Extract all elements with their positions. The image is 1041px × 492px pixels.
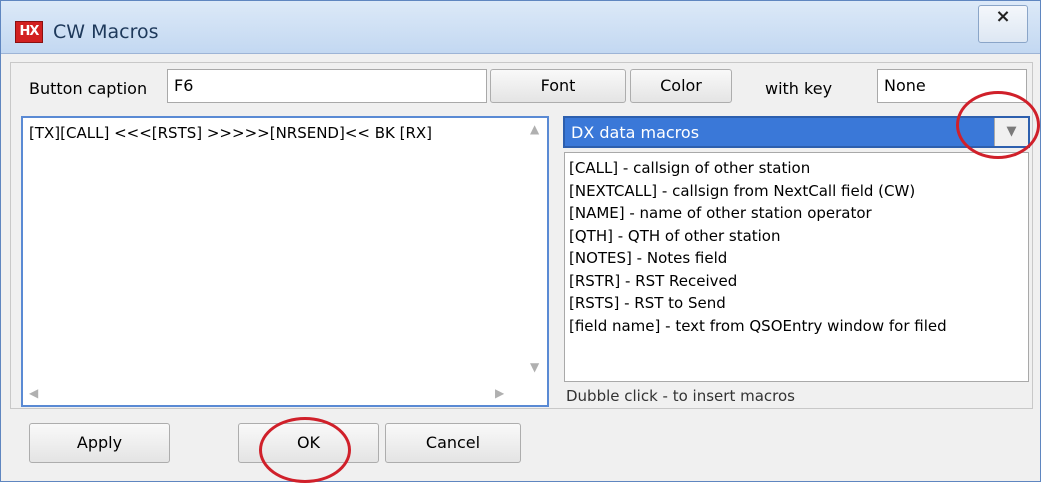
macro-text: [TX][CALL] <<<[RSTS] >>>>>[NRSEND]<< BK … [29, 124, 433, 142]
font-button[interactable]: Font [490, 69, 626, 103]
macro-list-item[interactable]: [NEXTCALL] - callsign from NextCall fiel… [569, 180, 1028, 203]
title-bar: HX CW Macros × [1, 1, 1040, 54]
close-button[interactable]: × [978, 5, 1028, 43]
macro-category-value: DX data macros [571, 123, 700, 142]
editor-vertical-scrollbar[interactable]: ▲ ▼ [527, 120, 545, 385]
macro-list-item[interactable]: [NOTES] - Notes field [569, 247, 1028, 270]
cw-macros-window: HX CW Macros × Button caption F6 Font Co… [0, 0, 1041, 482]
scroll-down-icon[interactable]: ▼ [530, 360, 539, 374]
app-icon: HX [15, 21, 43, 43]
insert-hint: Dubble click - to insert macros [566, 387, 795, 405]
scroll-up-icon[interactable]: ▲ [530, 122, 539, 136]
macro-list-item[interactable]: [RSTS] - RST to Send [569, 292, 1028, 315]
cancel-button[interactable]: Cancel [385, 423, 521, 463]
button-caption-input[interactable]: F6 [167, 69, 487, 103]
macro-text-editor[interactable]: [TX][CALL] <<<[RSTS] >>>>>[NRSEND]<< BK … [21, 116, 549, 407]
macro-list-item[interactable]: [RSTR] - RST Received [569, 270, 1028, 293]
macro-list-item[interactable]: [field name] - text from QSOEntry window… [569, 315, 1028, 338]
with-key-label: with key [765, 79, 833, 98]
macro-list-item[interactable]: [CALL] - callsign of other station [569, 157, 1028, 180]
highlight-ring-dropdown [956, 91, 1040, 159]
button-caption-label: Button caption [29, 79, 148, 98]
apply-button[interactable]: Apply [29, 423, 170, 463]
highlight-ring-ok [259, 417, 351, 483]
editor-horizontal-scrollbar[interactable]: ◀ ▶ [25, 385, 525, 403]
macro-list-item[interactable]: [QTH] - QTH of other station [569, 225, 1028, 248]
scroll-left-icon[interactable]: ◀ [29, 386, 38, 400]
window-title: CW Macros [53, 21, 159, 43]
scroll-right-icon[interactable]: ▶ [495, 386, 504, 400]
color-button[interactable]: Color [630, 69, 732, 103]
macro-list[interactable]: [CALL] - callsign of other station [NEXTC… [564, 152, 1029, 382]
macro-list-item[interactable]: [NAME] - name of other station operator [569, 202, 1028, 225]
